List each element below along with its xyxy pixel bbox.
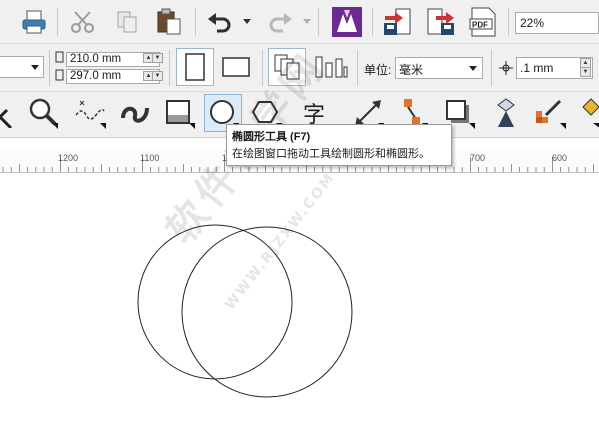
separator [57, 8, 58, 36]
print-icon[interactable] [20, 8, 48, 36]
units-label: 单位: [364, 63, 392, 77]
portrait-orientation-button[interactable] [176, 48, 214, 86]
transparency-icon[interactable] [488, 96, 524, 130]
pick-icon[interactable] [0, 98, 18, 130]
page-height-icon [54, 68, 64, 82]
zoom-level-select[interactable]: 22% [515, 12, 599, 34]
page-width-icon [54, 50, 64, 64]
chevron-down-icon [469, 66, 477, 71]
drawing-canvas[interactable]: 软件自学网 WWW.RJZXW.COM [0, 43, 599, 428]
zoom-level-value: 22% [520, 16, 545, 30]
units-select[interactable]: 毫米 [395, 57, 483, 79]
ellipse-tool-tooltip: 椭圆形工具 (F7) 在绘图窗口拖动工具绘制圆形和椭圆形。 [226, 124, 452, 166]
ruler-label: 700 [470, 153, 486, 163]
separator [508, 8, 509, 36]
landscape-orientation-button[interactable] [218, 50, 254, 84]
redo-icon[interactable] [265, 8, 295, 36]
copy-icon[interactable] [112, 8, 142, 36]
nudge-distance-value: .1 mm [520, 61, 554, 75]
artistic-media-icon[interactable] [117, 96, 153, 130]
nudge-icon [498, 60, 514, 76]
separator [372, 8, 373, 36]
separator [491, 50, 492, 86]
tooltip-title: 椭圆形工具 (F7) [232, 131, 311, 143]
units-value: 毫米 [399, 63, 424, 77]
import-icon[interactable] [381, 5, 415, 39]
corel-connect-icon[interactable] [330, 5, 364, 39]
undo-dropdown-icon[interactable] [242, 16, 252, 28]
page-height-value: 297.0 mm [70, 70, 122, 82]
export-icon[interactable] [423, 5, 457, 39]
tooltip-description: 在绘图窗口拖动工具绘制圆形和椭圆形。 [232, 148, 430, 160]
ruler-label: 600 [552, 153, 568, 163]
separator [318, 8, 319, 36]
nudge-spin-down[interactable]: ▼ [580, 67, 591, 77]
zoom-icon[interactable] [26, 96, 60, 130]
publish-pdf-icon[interactable]: PDF [466, 5, 500, 39]
ruler-label: 1100 [140, 153, 160, 163]
redo-dropdown-icon[interactable] [302, 16, 312, 28]
fill-icon[interactable] [578, 96, 599, 130]
page-width-value: 210.0 mm [70, 53, 122, 65]
ruler-label: 1200 [58, 153, 79, 163]
paste-icon[interactable] [153, 6, 185, 38]
page-size-select[interactable] [0, 56, 44, 78]
separator [169, 50, 170, 86]
standard-toolbar: PDF 22% [0, 0, 599, 44]
separator [49, 50, 50, 86]
page-width-spin-down[interactable]: ▼ [152, 53, 163, 63]
eyedropper-icon[interactable] [532, 96, 568, 130]
pdf-label: PDF [472, 21, 488, 30]
chevron-down-icon [31, 65, 39, 70]
separator [195, 8, 196, 36]
cut-icon[interactable] [68, 8, 98, 36]
rectangle-icon[interactable] [161, 96, 197, 130]
freehand-icon[interactable] [72, 96, 108, 130]
page-height-spin-down[interactable]: ▼ [152, 71, 163, 81]
undo-icon[interactable] [205, 8, 235, 36]
separator [357, 50, 358, 86]
